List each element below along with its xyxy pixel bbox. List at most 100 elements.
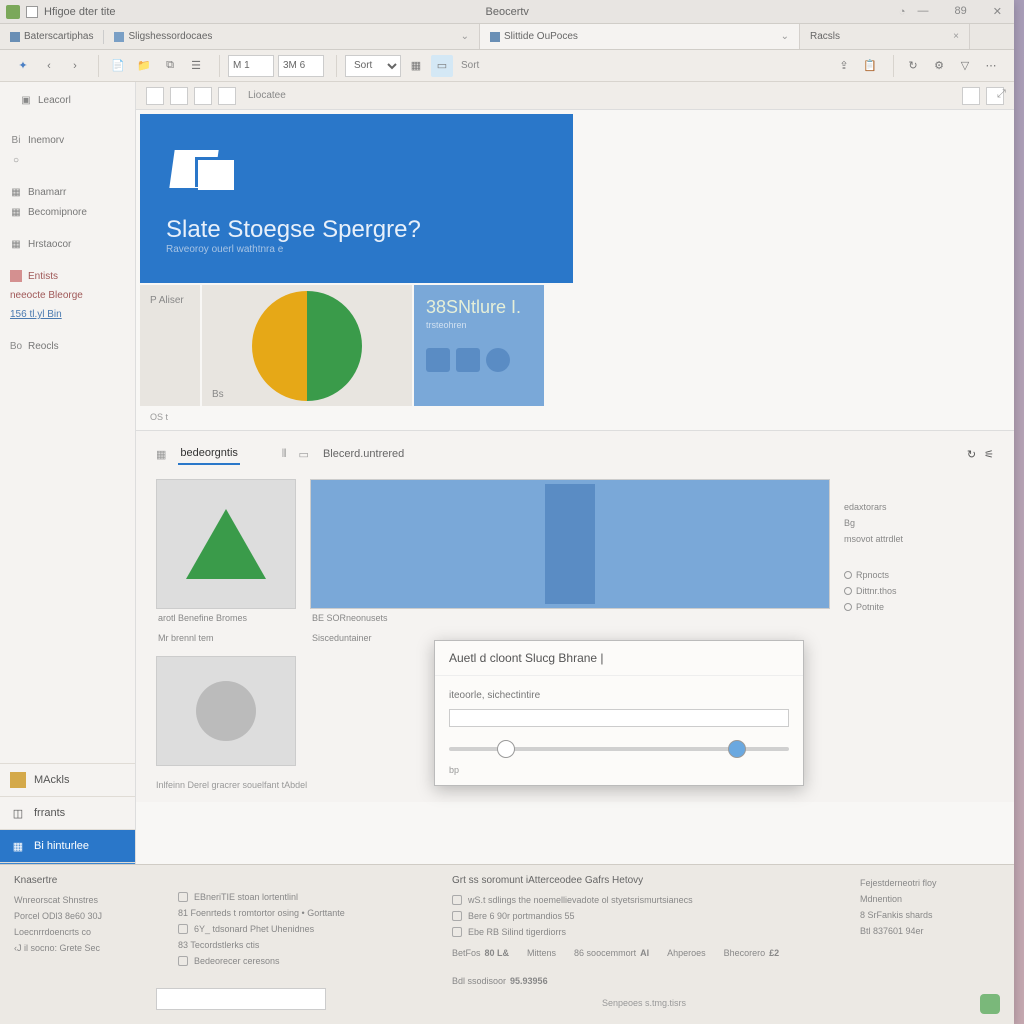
hero-subtitle: Raveoroy ouerl wathtnra e: [166, 244, 547, 255]
slider-knob-right[interactable]: [728, 740, 746, 758]
radio-option[interactable]: Potnite: [844, 599, 994, 615]
hero-tile-label: P Aliser: [140, 285, 200, 406]
sidebar-item-sub[interactable]: ○: [0, 150, 135, 170]
folder-icon[interactable]: 📁: [133, 55, 155, 77]
nav-item-selected[interactable]: ▦Bi hinturlee: [0, 829, 135, 862]
filter-icon[interactable]: ▽: [954, 55, 976, 77]
chevron-down-icon[interactable]: ⌄: [773, 31, 789, 42]
circle-icon: ○: [10, 154, 22, 166]
sidebar-label: Reocls: [28, 341, 59, 352]
foot-line[interactable]: 6Y_ tdsonard Phet Uhenidnes: [178, 921, 428, 937]
doc-icon: [452, 911, 462, 921]
stat-pair: Bdl ssodisoor 95.93956: [452, 976, 548, 986]
pie-footer: Bs: [212, 389, 224, 400]
sidebar-item[interactable]: ▦Hrstaocor: [0, 234, 135, 254]
nav-item[interactable]: MAckls: [0, 763, 135, 796]
close-icon[interactable]: ×: [945, 31, 959, 42]
tab-2[interactable]: Slittide OuPoces ⌄: [480, 24, 800, 49]
foot-line: wS.t sdlings the noemellievadote ol stye…: [452, 892, 836, 908]
sidebar-item[interactable]: BoReocls: [0, 336, 135, 356]
minimize-button[interactable]: —: [912, 3, 935, 20]
dialog-input[interactable]: [449, 709, 789, 727]
grid-icon[interactable]: ▦: [405, 55, 427, 77]
sidebar-item[interactable]: ▦Bnamarr: [0, 182, 135, 202]
doc-icon: ▭: [299, 448, 309, 461]
chevron-down-icon[interactable]: ⌄: [453, 31, 469, 42]
filter-icon[interactable]: ⚟: [984, 448, 994, 461]
mode-select[interactable]: Sort: [345, 55, 401, 77]
sidebar-label: neeocte Bleorge: [10, 290, 83, 301]
foot-line[interactable]: 83 Tecordstlerks ctis: [178, 937, 428, 953]
stat-pair: Bhecorero £2: [724, 948, 780, 958]
new-icon[interactable]: 📄: [107, 55, 129, 77]
list-icon[interactable]: ☰: [185, 55, 207, 77]
view-label: Liocatee: [248, 90, 286, 101]
view-single-icon[interactable]: [146, 87, 164, 105]
status-chip-icon[interactable]: [980, 994, 1000, 1014]
doc-icon: [452, 895, 462, 905]
sidebar-item-recent[interactable]: Bi Inemorv: [0, 130, 135, 150]
dialog-row: iteoorle, sichectintire: [449, 686, 789, 705]
hero-banner: Slate Stoegse Spergre? Raveoroy ouerl wa…: [140, 114, 573, 283]
more-icon[interactable]: ⋯: [980, 55, 1002, 77]
command-input[interactable]: [156, 988, 326, 1010]
gallery-caption: BE SORneonusets: [310, 609, 830, 629]
sidebar-label: 156 tl.yl Bin: [10, 309, 62, 320]
stat-sub: trsteohren: [426, 320, 532, 330]
sidebar-item-alert[interactable]: neeocte Bleorge: [0, 286, 135, 305]
gallery-tab-1[interactable]: bedeorgntis: [178, 443, 240, 465]
share-icon[interactable]: ⇪: [833, 55, 855, 77]
storage-logo-icon: [166, 142, 238, 198]
foot-line: 8 SrFankis shards: [860, 907, 1000, 923]
notification-icon[interactable]: ◔: [899, 6, 906, 18]
radio-option[interactable]: Dittnr.thos: [844, 583, 994, 599]
nav-item[interactable]: ◫frrants: [0, 796, 135, 829]
radio-option[interactable]: Rpnocts: [844, 567, 994, 583]
grid-icon: ▦: [10, 206, 22, 218]
sidebar-item[interactable]: ▦Becomipnore: [0, 202, 135, 222]
highlight-icon[interactable]: ▭: [431, 55, 453, 77]
stat-pair: BetFos 80 L&: [452, 948, 509, 958]
clipboard-icon[interactable]: 📋: [859, 55, 881, 77]
foot-line[interactable]: EBneriTIE stoan lortentlinl: [178, 889, 428, 905]
sidebar-item-local[interactable]: ▣ Leacorl: [10, 90, 125, 110]
star-icon[interactable]: ✦: [12, 55, 34, 77]
view-split-icon[interactable]: [170, 87, 188, 105]
forward-button[interactable]: ›: [64, 55, 86, 77]
dialog-slider[interactable]: [449, 737, 789, 761]
gallery-item[interactable]: arotl Benefine Bromes Mr brennl tem: [156, 479, 296, 766]
refresh-icon[interactable]: ↻: [967, 448, 976, 461]
sidebar-item-alert[interactable]: Entists: [0, 266, 135, 286]
hero-tile-stat[interactable]: 38SNtlure I. trsteohren: [414, 285, 544, 406]
hero-tile-pie[interactable]: Bs: [202, 285, 412, 406]
view-grid-icon[interactable]: [194, 87, 212, 105]
gallery-caption: arotl Benefine Bromes: [156, 609, 296, 629]
copy-icon[interactable]: ⧉: [159, 55, 181, 77]
size-select-a[interactable]: [228, 55, 274, 77]
view-list-icon[interactable]: [218, 87, 236, 105]
doc-icon: [178, 924, 188, 934]
stat-number: 38SNtlure I.: [426, 297, 532, 318]
expand-icon[interactable]: ⤢: [997, 88, 1011, 102]
close-button[interactable]: ✕: [987, 3, 1008, 20]
back-button[interactable]: ‹: [38, 55, 60, 77]
slider-knob-left[interactable]: [497, 740, 515, 758]
foot-line: Mdnention: [860, 891, 1000, 907]
foot-line: Wnreorscat Shnstres: [14, 892, 154, 908]
gear-icon[interactable]: ⚙: [928, 55, 950, 77]
tab-1[interactable]: Baterscartiphas Sligshessordocaes ⌄: [0, 24, 480, 49]
refresh-icon[interactable]: ↻: [902, 55, 924, 77]
foot-line[interactable]: 81 Foenrteds t romtortor osing • Gorttan…: [178, 905, 428, 921]
size-select-b[interactable]: [278, 55, 324, 77]
sidebar-label: Hrstaocor: [28, 239, 71, 250]
tab-3[interactable]: Racsls ×: [800, 24, 970, 49]
dialog: Auetl d cloont Slucg Bhrane | iteoorle, …: [434, 640, 804, 786]
foot-header: Grt ss soromunt iAtterceodee Gafrs Hetov…: [452, 875, 836, 886]
footer: Knasertre Wnreorscat Shnstres Porcel ODl…: [0, 864, 1014, 1024]
list-icon: Bi: [10, 134, 22, 146]
zoom-icon[interactable]: [962, 87, 980, 105]
hero-desc: OS t: [150, 412, 168, 422]
gallery-tab-2[interactable]: Blecerd.untrered: [321, 444, 406, 464]
foot-line[interactable]: Bedeorecer ceresons: [178, 953, 428, 969]
sidebar-item-link[interactable]: 156 tl.yl Bin: [0, 305, 135, 324]
